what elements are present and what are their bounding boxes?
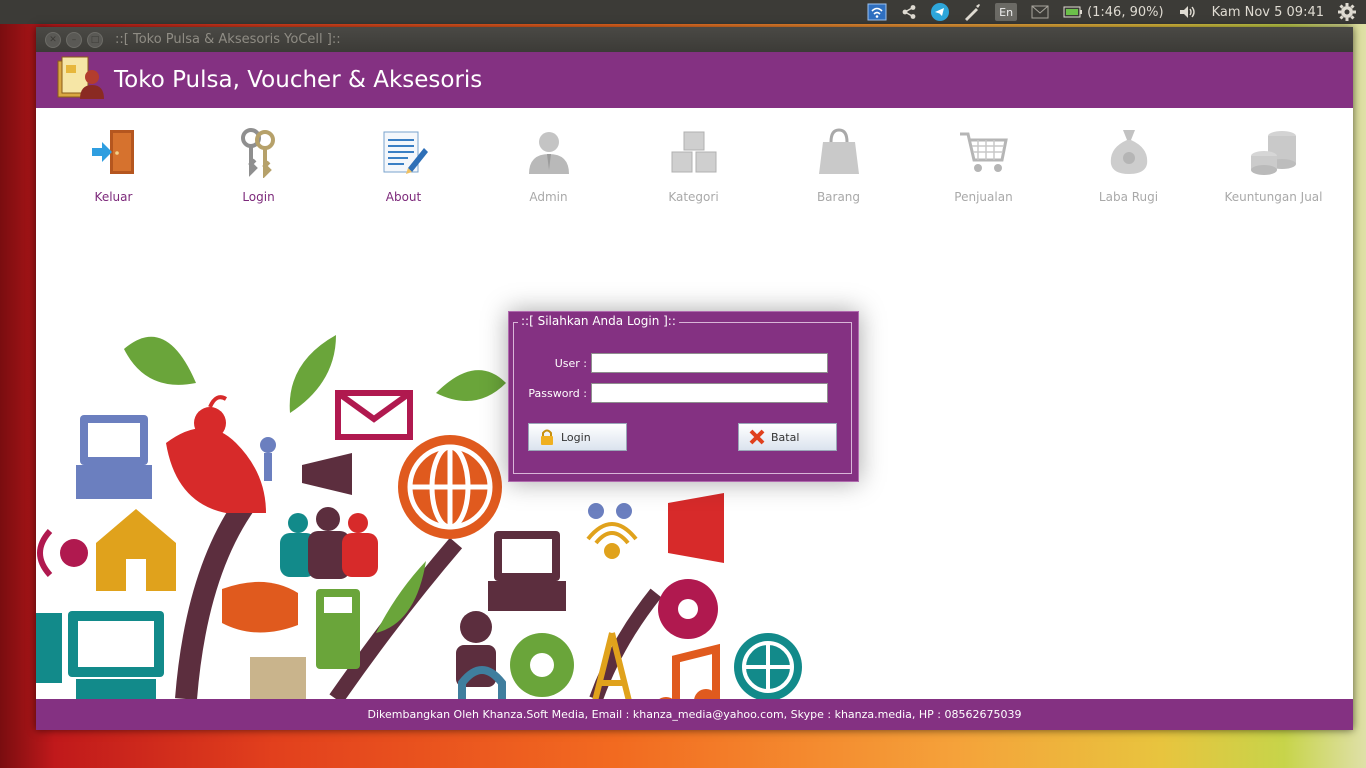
toolbar-label: Admin <box>529 190 568 204</box>
cancel-button[interactable]: Batal <box>738 423 837 451</box>
app-logo-icon <box>56 55 104 105</box>
login-dialog: ::[ Silahkan Anda Login ]:: User : Passw… <box>508 311 859 482</box>
window-minimize-button[interactable]: – <box>66 31 82 48</box>
window-close-button[interactable]: ✕ <box>45 31 61 48</box>
clock[interactable]: Kam Nov 5 09:41 <box>1212 3 1324 21</box>
toolbar-laba-rugi-button[interactable]: Laba Rugi <box>1056 108 1201 213</box>
keyboard-language-indicator[interactable]: En <box>995 3 1018 21</box>
user-icon <box>528 132 569 174</box>
user-label: User : <box>554 357 587 370</box>
toolbar-label: Penjualan <box>954 190 1013 204</box>
toolbar-kategori-button[interactable]: Kategori <box>621 108 766 213</box>
toolbar-admin-button[interactable]: Admin <box>476 108 621 213</box>
volume-icon[interactable] <box>1178 3 1198 21</box>
app-header: Toko Pulsa, Voucher & Aksesoris <box>36 52 1353 108</box>
coins-icon <box>1250 131 1296 175</box>
toolbar-label: Keluar <box>94 190 133 204</box>
exit-door-icon <box>91 130 134 174</box>
login-fieldset: ::[ Silahkan Anda Login ]:: User : Passw… <box>513 314 852 474</box>
toolbar-label: Keuntungan Jual <box>1224 190 1323 204</box>
toolbar-keuntungan-jual-button[interactable]: Keuntungan Jual <box>1201 108 1346 213</box>
password-label: Password : <box>528 387 587 400</box>
window-titlebar[interactable]: ✕ – □ ::[ Toko Pulsa & Aksesoris YoCell … <box>36 27 1353 52</box>
cancel-button-label: Batal <box>771 430 800 444</box>
login-button-label: Login <box>561 430 591 444</box>
shopping-cart-icon <box>959 132 1008 172</box>
window-title: ::[ Toko Pulsa & Aksesoris YoCell ]:: <box>115 32 341 47</box>
shopping-bag-icon <box>818 128 859 174</box>
toolbar-keluar-button[interactable]: Keluar <box>41 108 186 213</box>
pen-tool-icon[interactable] <box>963 3 981 21</box>
app-header-title: Toko Pulsa, Voucher & Aksesoris <box>114 67 483 93</box>
user-input[interactable] <box>591 353 828 373</box>
top-panel: En (1:46, 90%) Kam Nov 5 09:41 <box>0 0 1366 24</box>
footer-text: Dikembangkan Oleh Khanza.Soft Media, Ema… <box>367 708 1022 721</box>
money-bag-icon <box>1110 130 1147 174</box>
login-legend: ::[ Silahkan Anda Login ]:: <box>518 314 679 328</box>
toolbar-label: Kategori <box>668 190 719 204</box>
toolbar-login-button[interactable]: Login <box>186 108 331 213</box>
share-icon[interactable] <box>901 3 917 21</box>
app-window: ✕ – □ ::[ Toko Pulsa & Aksesoris YoCell … <box>36 27 1353 730</box>
wifi-icon[interactable] <box>867 3 887 21</box>
battery-icon <box>1063 6 1083 18</box>
notepad-icon <box>383 131 428 174</box>
toolbar-barang-button[interactable]: Barang <box>766 108 911 213</box>
battery-text: (1:46, 90%) <box>1087 4 1164 20</box>
mail-icon[interactable] <box>1031 3 1049 21</box>
toolbar-about-button[interactable]: About <box>331 108 476 213</box>
window-maximize-button[interactable]: □ <box>87 31 103 48</box>
toolbar-label: Login <box>242 190 275 204</box>
password-input[interactable] <box>591 383 828 403</box>
telegram-icon[interactable] <box>931 3 950 21</box>
toolbar-label: About <box>385 190 422 204</box>
settings-gear-icon[interactable] <box>1338 3 1356 21</box>
toolbar-label: Laba Rugi <box>1098 190 1159 204</box>
padlock-icon <box>541 429 553 445</box>
red-x-icon <box>749 429 765 445</box>
main-toolbar: Keluar Login About Admin Kategori Barang… <box>36 108 1353 213</box>
toolbar-label: Barang <box>816 190 861 204</box>
app-footer: Dikembangkan Oleh Khanza.Soft Media, Ema… <box>36 699 1353 730</box>
boxes-icon <box>671 131 716 173</box>
login-button[interactable]: Login <box>528 423 627 451</box>
toolbar-penjualan-button[interactable]: Penjualan <box>911 108 1056 213</box>
keys-icon <box>240 128 275 178</box>
battery-indicator[interactable]: (1:46, 90%) <box>1063 3 1164 21</box>
